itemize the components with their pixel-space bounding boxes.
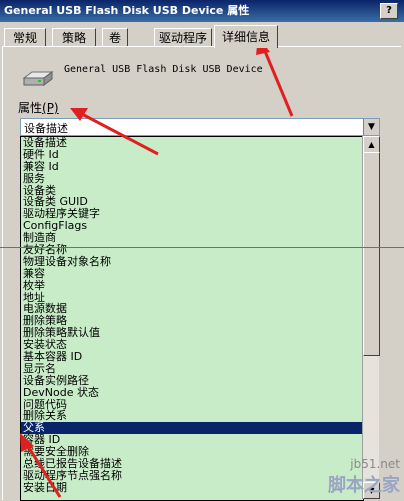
- annotation-arrows: [20, 36, 294, 498]
- watermark: jb51.net 脚本之家: [328, 457, 400, 497]
- arrow-to-property-label-icon: [70, 108, 159, 156]
- watermark-name: 脚本之家: [328, 475, 400, 496]
- arrow-to-parent-item-icon: [20, 433, 62, 498]
- tab-details[interactable]: 详细信息: [214, 25, 278, 48]
- arrow-to-details-tab-icon: [256, 36, 294, 117]
- watermark-site: jb51.net: [350, 457, 400, 471]
